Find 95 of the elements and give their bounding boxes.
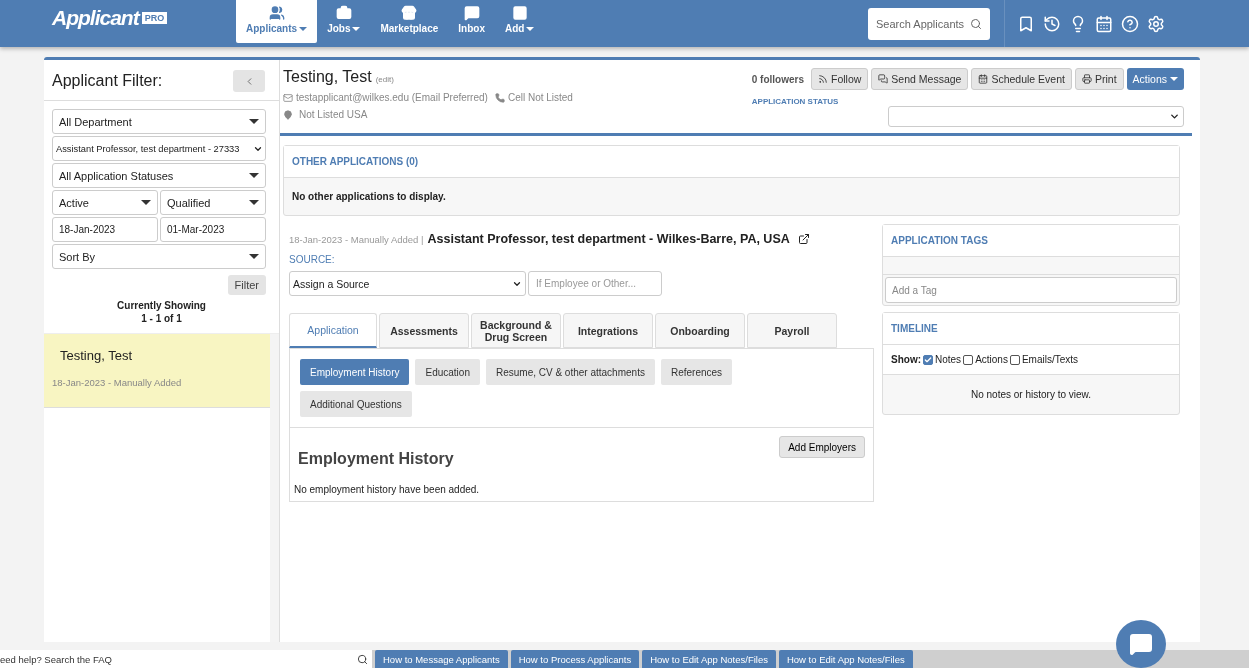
panel-title: TIMELINE — [883, 313, 1179, 345]
results-count: Currently Showing 1 - 1 of 1 — [116, 299, 207, 325]
applicant-item[interactable]: Testing, Test 18-Jan-2023 - Manually Added — [44, 334, 270, 408]
applicant-name: Testing, Test (edit) — [283, 68, 395, 86]
history-icon[interactable] — [1043, 14, 1061, 33]
calendar-icon[interactable] — [1095, 14, 1113, 33]
chevron-down-icon — [1169, 111, 1180, 122]
panel-title: APPLICATION TAGS — [883, 225, 1179, 257]
filter-select[interactable]: All Department — [52, 109, 266, 134]
phone-text: Cell Not Listed — [507, 92, 573, 103]
application-date: 18-Jan-2023 - Manually Added | — [289, 233, 424, 245]
checkbox-label: Notes — [935, 354, 962, 365]
settings-icon[interactable] — [1147, 14, 1165, 33]
chat-icon — [463, 5, 480, 21]
section-tab[interactable]: Resume, CV & other attachments — [485, 359, 655, 385]
show-label: Show: — [891, 354, 921, 365]
phone-icon — [494, 92, 505, 103]
bookmark-icon[interactable] — [1017, 14, 1035, 33]
filter-select[interactable]: Qualified — [160, 190, 266, 215]
section-title: Employment History — [298, 450, 454, 468]
checkbox-label: Emails/Texts — [1021, 354, 1079, 365]
section-tab[interactable]: References — [660, 359, 733, 385]
panel-title: OTHER APPLICATIONS (0) — [284, 146, 1179, 178]
date-field[interactable]: 18-Jan-2023 — [52, 217, 158, 242]
caret-icon — [141, 200, 151, 205]
section-tab[interactable]: Additional Questions — [300, 391, 412, 417]
tab[interactable]: Integrations — [563, 313, 653, 348]
checkbox[interactable] — [963, 354, 974, 365]
caret-icon — [1170, 77, 1178, 81]
caret-icon — [249, 173, 259, 178]
source-label: SOURCE: — [289, 254, 336, 265]
printer-icon — [1081, 74, 1092, 84]
action-button[interactable]: Print — [1074, 68, 1124, 90]
checkbox[interactable] — [923, 354, 933, 365]
tag-field[interactable]: Add a Tag — [885, 277, 1177, 303]
search-icon — [970, 17, 982, 30]
action-button[interactable]: Send Message — [871, 68, 969, 90]
add-employers-button[interactable]: Add Employers — [779, 436, 865, 458]
email-text: testapplicant@wilkes.edu (Email Preferred) — [296, 92, 488, 103]
section-tab[interactable]: Education — [415, 359, 480, 385]
action-button[interactable]: Follow — [811, 68, 869, 90]
plus-square-icon — [511, 5, 528, 21]
logo[interactable]: Applicant PRO — [52, 0, 236, 36]
help-link-button[interactable]: How to Process Applicants — [510, 650, 640, 668]
tab[interactable]: Application — [289, 313, 377, 348]
faq-search-field[interactable]: eed help? Search the FAQ — [0, 650, 372, 668]
empty-message: No notes or history to view. — [969, 388, 1093, 402]
filter-select[interactable]: All Application Statuses — [52, 163, 266, 188]
search-icon — [357, 653, 368, 665]
nav-item[interactable]: Add — [494, 0, 545, 43]
checkbox-label: Actions — [975, 354, 1008, 365]
briefcase-icon — [335, 5, 352, 21]
date-field[interactable]: 01-Mar-2023 — [160, 217, 266, 242]
position-title: Assistant Professor, test department - Wilkes-Barre, PA, USA — [427, 232, 790, 246]
help-link-button[interactable]: How to Edit App Notes/Files — [642, 650, 776, 668]
action-button[interactable]: Schedule Event — [971, 68, 1072, 90]
filter-button[interactable]: Filter — [227, 275, 266, 295]
followers-count: 0 followers — [751, 73, 804, 85]
calendar-icon — [978, 74, 989, 84]
location-icon — [283, 109, 293, 120]
help-link-button[interactable]: How to Message Applicants — [375, 650, 508, 668]
speech-bubbles-icon — [878, 74, 889, 84]
caret-icon — [249, 254, 259, 259]
people-icon — [268, 5, 285, 21]
tab[interactable]: Background & Drug Screen — [471, 313, 561, 348]
store-icon — [401, 5, 418, 21]
rss-icon — [818, 74, 828, 84]
location-text: Not Listed USA — [299, 109, 368, 120]
status-label: APPLICATION STATUS — [751, 97, 839, 106]
action-button[interactable]: Actions — [1126, 68, 1184, 90]
search-field[interactable]: Search Applicants — [868, 7, 990, 40]
external-link-icon[interactable] — [797, 233, 810, 245]
nav-item[interactable]: Applicants — [236, 0, 318, 43]
filter-select[interactable]: Active — [52, 190, 158, 215]
empty-message: No other applications to display. — [291, 190, 447, 204]
help-link-button[interactable]: How to Edit App Notes/Files — [778, 650, 913, 668]
help-icon[interactable] — [1121, 14, 1139, 33]
filter-select[interactable]: Sort By — [52, 244, 266, 269]
tab[interactable]: Onboarding — [655, 313, 745, 348]
caret-icon — [249, 119, 259, 124]
nav-item[interactable]: Inbox — [448, 0, 495, 43]
empty-message: No employment history have been added. — [293, 483, 481, 497]
mail-icon — [283, 92, 293, 103]
filter-title: Applicant Filter: — [52, 72, 163, 90]
scrollbar[interactable] — [270, 334, 279, 642]
source-select[interactable]: Assign a Source — [289, 271, 526, 296]
checkbox[interactable] — [1009, 354, 1020, 365]
tab[interactable]: Assessments — [379, 313, 469, 348]
nav-item[interactable]: Marketplace — [370, 0, 449, 43]
tab[interactable]: Payroll — [747, 313, 837, 348]
caret-icon — [249, 200, 259, 205]
nav-item[interactable]: Jobs — [317, 0, 371, 43]
section-tab[interactable]: Employment History — [300, 359, 410, 385]
chat-icon — [1129, 632, 1153, 656]
filter-select[interactable]: Assistant Professor, test department - 27333 — [52, 136, 266, 161]
